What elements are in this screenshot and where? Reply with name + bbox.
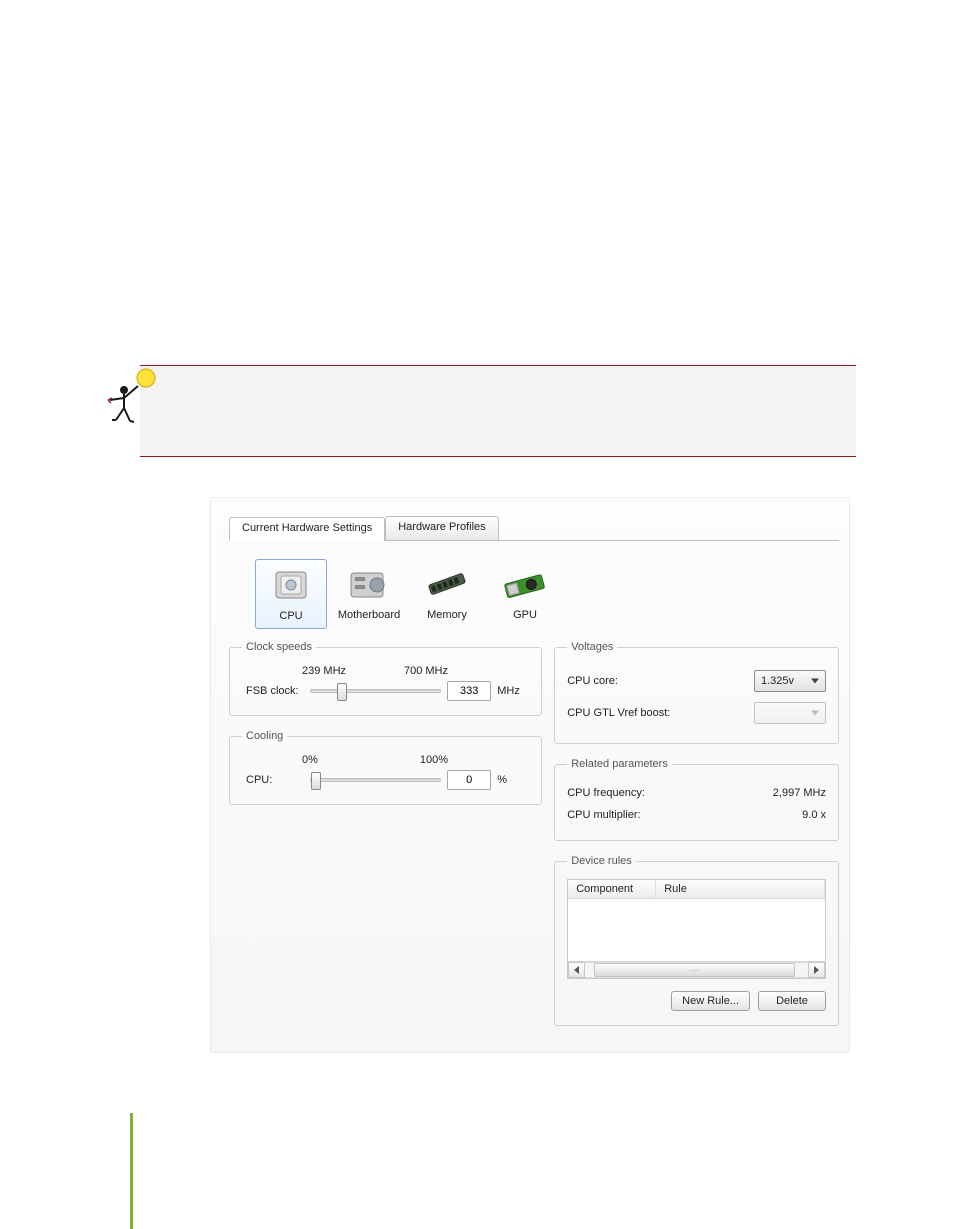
device-rules-legend: Device rules xyxy=(567,855,636,867)
cooling-max-label: 100% xyxy=(420,754,448,766)
scroll-track[interactable]: ··· xyxy=(585,962,808,978)
cpu-gtl-vref-select xyxy=(754,702,826,724)
cpu-core-select-value: 1.325v xyxy=(761,675,794,687)
device-rules-header-rule[interactable]: Rule xyxy=(656,880,825,898)
cpu-icon xyxy=(258,564,324,606)
category-memory[interactable]: Memory xyxy=(411,559,483,629)
settings-tabs: Current Hardware Settings Hardware Profi… xyxy=(229,516,839,541)
delete-rule-button[interactable]: Delete xyxy=(758,991,826,1011)
cpu-core-label: CPU core: xyxy=(567,675,618,687)
device-rules-group: Device rules Component Rule ··· xyxy=(554,855,839,1026)
category-memory-label: Memory xyxy=(413,605,481,621)
fsb-clock-slider[interactable] xyxy=(310,689,441,693)
cpu-frequency-label: CPU frequency: xyxy=(567,787,645,799)
chevron-down-icon xyxy=(811,679,819,684)
fsb-clock-value-input[interactable] xyxy=(447,681,491,701)
tab-current-hardware-settings[interactable]: Current Hardware Settings xyxy=(229,517,385,541)
category-motherboard[interactable]: Motherboard xyxy=(333,559,405,629)
chevron-left-icon xyxy=(574,966,579,974)
category-row: CPU Motherboard xyxy=(229,553,839,641)
scroll-thumb[interactable]: ··· xyxy=(594,963,794,977)
category-cpu-label: CPU xyxy=(258,606,324,622)
tip-figure-icon xyxy=(102,366,162,426)
tip-bar xyxy=(140,365,856,457)
tab-hardware-profiles[interactable]: Hardware Profiles xyxy=(385,516,498,540)
cooling-min-label: 0% xyxy=(302,754,318,766)
fsb-clock-label: FSB clock: xyxy=(246,685,304,697)
device-rules-body xyxy=(568,899,825,961)
related-parameters-legend: Related parameters xyxy=(567,758,672,770)
cpu-gtl-vref-label: CPU GTL Vref boost: xyxy=(567,707,670,719)
gpu-icon xyxy=(491,563,559,605)
cooling-cpu-thumb[interactable] xyxy=(311,772,321,790)
cooling-cpu-label: CPU: xyxy=(246,774,304,786)
scroll-right-button[interactable] xyxy=(808,962,825,978)
voltages-legend: Voltages xyxy=(567,641,617,653)
device-rules-hscroll[interactable]: ··· xyxy=(568,961,825,978)
chevron-right-icon xyxy=(814,966,819,974)
cooling-legend: Cooling xyxy=(242,730,287,742)
voltages-group: Voltages CPU core: 1.325v CPU GTL Vref b… xyxy=(554,641,839,744)
cpu-multiplier-value: 9.0 x xyxy=(802,809,826,821)
category-motherboard-label: Motherboard xyxy=(335,605,403,621)
related-parameters-group: Related parameters CPU frequency: 2,997 … xyxy=(554,758,839,841)
fsb-clock-unit: MHz xyxy=(497,685,525,697)
new-rule-button[interactable]: New Rule... xyxy=(671,991,750,1011)
clock-speeds-legend: Clock speeds xyxy=(242,641,316,653)
fsb-max-label: 700 MHz xyxy=(404,665,448,677)
fsb-clock-thumb[interactable] xyxy=(337,683,347,701)
device-rules-table: Component Rule ··· xyxy=(567,879,826,979)
clock-speeds-group: Clock speeds 239 MHz 700 MHz FSB clock: xyxy=(229,641,542,716)
memory-icon xyxy=(413,563,481,605)
cooling-cpu-value-input[interactable] xyxy=(447,770,491,790)
scroll-left-button[interactable] xyxy=(568,962,585,978)
device-rules-header-component[interactable]: Component xyxy=(568,880,656,898)
cooling-cpu-slider[interactable] xyxy=(310,778,441,782)
cooling-cpu-unit: % xyxy=(497,774,525,786)
fsb-min-label: 239 MHz xyxy=(302,665,346,677)
page-accent-bar xyxy=(130,1113,133,1229)
category-cpu[interactable]: CPU xyxy=(255,559,327,629)
motherboard-icon xyxy=(335,563,403,605)
category-gpu-label: GPU xyxy=(491,605,559,621)
category-gpu[interactable]: GPU xyxy=(489,559,561,629)
cpu-core-select[interactable]: 1.325v xyxy=(754,670,826,692)
cpu-frequency-value: 2,997 MHz xyxy=(773,787,826,799)
chevron-down-icon xyxy=(811,711,819,716)
cooling-group: Cooling 0% 100% CPU: % xyxy=(229,730,542,805)
cpu-multiplier-label: CPU multiplier: xyxy=(567,809,640,821)
hardware-settings-panel: Current Hardware Settings Hardware Profi… xyxy=(210,497,850,1053)
